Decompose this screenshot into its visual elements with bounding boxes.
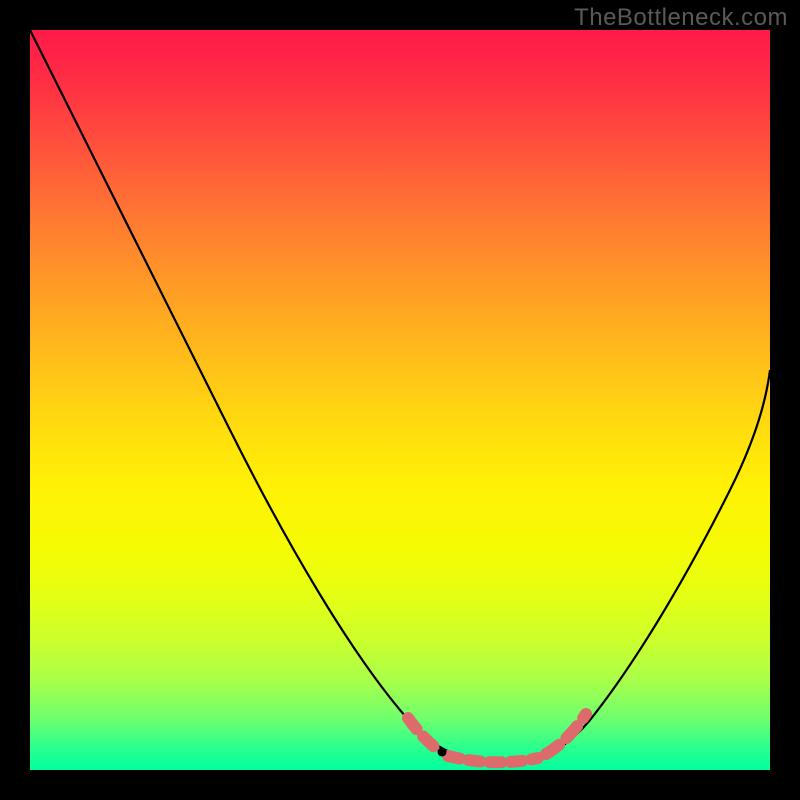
highlight-bottom-flat xyxy=(448,756,538,762)
bottleneck-curve xyxy=(30,30,770,762)
plot-area xyxy=(30,30,770,770)
curve-marker-dot xyxy=(438,748,447,757)
highlight-left-arc xyxy=(408,718,438,750)
highlight-right-arc xyxy=(546,714,586,754)
watermark-text: TheBottleneck.com xyxy=(574,4,788,32)
curve-svg xyxy=(30,30,770,770)
chart-frame: TheBottleneck.com xyxy=(0,0,800,800)
